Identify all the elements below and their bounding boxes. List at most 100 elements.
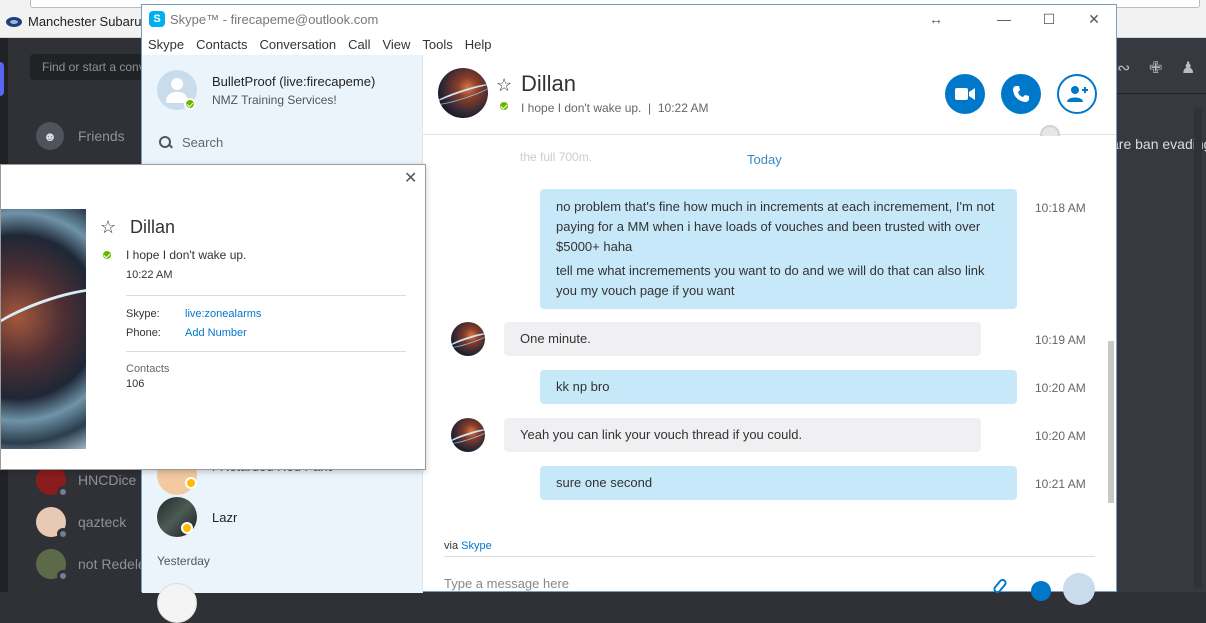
mute-icon[interactable]: ∾: [1117, 58, 1130, 78]
close-button[interactable]: ✕: [1071, 5, 1117, 33]
contacts-count-value: 106: [126, 378, 145, 390]
away-status-icon: [181, 522, 193, 534]
add-number-link[interactable]: Add Number: [185, 327, 247, 339]
discord-home-indicator: [0, 62, 4, 96]
pin-icon[interactable]: ✙: [1149, 58, 1162, 78]
message-text: tell me what incremements you want to do…: [556, 263, 985, 298]
bookmark-manchester-subaru[interactable]: Manchester Subaru: [6, 14, 141, 29]
section-yesterday: Yesterday: [157, 554, 210, 568]
phone-label: Phone:: [126, 327, 161, 339]
emoticon-icon[interactable]: [1031, 581, 1051, 601]
sender-avatar[interactable]: [451, 418, 485, 452]
composer-divider: [444, 556, 1095, 557]
avatar-head: [171, 78, 183, 90]
menu-contacts[interactable]: Contacts: [190, 35, 253, 52]
menu-skype[interactable]: Skype: [142, 35, 190, 52]
minimize-button[interactable]: —: [981, 5, 1027, 33]
menu-call[interactable]: Call: [342, 35, 376, 52]
menu-tools[interactable]: Tools: [416, 35, 458, 52]
add-friend-icon[interactable]: ♟: [1181, 58, 1195, 78]
online-status-icon: [498, 100, 510, 112]
attach-file-icon[interactable]: [991, 577, 1009, 595]
avatar[interactable]: [157, 583, 197, 623]
favorite-star-icon[interactable]: ☆: [496, 75, 512, 96]
divider: [126, 351, 406, 352]
resize-arrows-icon[interactable]: ↔: [913, 5, 959, 33]
skype-logo-icon: S: [149, 11, 165, 27]
menu-help[interactable]: Help: [459, 35, 498, 52]
audio-call-button[interactable]: [1001, 74, 1041, 114]
away-status-icon: [185, 477, 197, 489]
message-time: 10:18 AM: [1035, 201, 1086, 215]
via-prefix: via: [444, 540, 459, 552]
profile-name: Dillan: [130, 217, 176, 237]
via-skype-label: via Skype: [444, 540, 492, 552]
discord-dm-qazteck[interactable]: qazteck: [36, 507, 127, 540]
skype-id-value[interactable]: live:zonealarms: [185, 308, 261, 320]
message-text: kk np bro: [556, 379, 610, 394]
send-button[interactable]: [1063, 573, 1095, 605]
skype-id-label: Skype:: [126, 308, 160, 320]
menu-bar: Skype Contacts Conversation Call View Tools He…: [142, 35, 1116, 55]
profile-local-time: 10:22 AM: [126, 269, 173, 281]
search-label: Search: [182, 135, 224, 150]
discord-scrollbar[interactable]: [1194, 108, 1202, 588]
message-input[interactable]: Type a message here: [444, 576, 944, 591]
online-status-icon: [184, 98, 196, 110]
status-dot: [57, 486, 69, 498]
dm-name: qazteck: [78, 514, 127, 530]
avatar: [36, 549, 69, 582]
message-bubble-outgoing[interactable]: no problem that's fine how much in incre…: [540, 189, 1017, 309]
avatar: [36, 507, 69, 540]
sender-avatar[interactable]: [451, 322, 485, 356]
conversation-contact-name[interactable]: Dillan: [521, 71, 576, 97]
date-divider-today: Today: [747, 152, 782, 167]
my-display-name[interactable]: BulletProof (live:firecapeme): [212, 74, 375, 89]
faded-message-text: the full 700m.: [520, 150, 593, 164]
search-icon: [159, 136, 172, 149]
message-bubble-outgoing[interactable]: kk np bro: [540, 370, 1017, 404]
friends-icon: ☻: [36, 122, 64, 150]
window-title: Skype™ - firecapeme@outlook.com: [170, 12, 379, 27]
discord-friends-link[interactable]: ☻ Friends: [36, 122, 125, 150]
dm-name: HNCDice: [78, 472, 137, 488]
contact-lazr[interactable]: Lazr: [212, 510, 237, 525]
message-time: 10:20 AM: [1035, 429, 1086, 443]
profile-picture: [1, 209, 86, 449]
contact-search[interactable]: Search: [159, 135, 223, 150]
my-mood-message[interactable]: NMZ Training Services!: [212, 93, 337, 107]
skype-link[interactable]: Skype: [461, 540, 492, 552]
online-status-icon: [101, 249, 113, 261]
add-person-icon: [1067, 86, 1088, 102]
video-camera-icon: [955, 88, 975, 100]
message-text: Yeah you can link your vouch thread if y…: [520, 427, 803, 442]
bookmark-label: Manchester Subaru: [28, 14, 142, 29]
contact-profile-popup: ✕ ☆ Dillan I hope I don't wake up. 10:22…: [0, 164, 426, 470]
contact-avatar[interactable]: [438, 68, 488, 118]
friends-label: Friends: [78, 128, 125, 144]
maximize-button[interactable]: ☐: [1026, 5, 1072, 33]
message-list[interactable]: the full 700m. Today no problem that's f…: [423, 136, 1116, 536]
menu-conversation[interactable]: Conversation: [253, 35, 342, 52]
contacts-count-label: Contacts: [126, 363, 170, 375]
menu-view[interactable]: View: [376, 35, 416, 52]
skype-titlebar: S Skype™ - firecapeme@outlook.com ↔ — ☐ …: [142, 5, 1116, 35]
status-dot: [57, 528, 69, 540]
message-bubble-incoming[interactable]: One minute.: [504, 322, 981, 356]
video-call-button[interactable]: [945, 74, 985, 114]
divider: [126, 295, 406, 296]
message-text: no problem that's fine how much in incre…: [556, 199, 995, 254]
message-bubble-outgoing[interactable]: sure one second: [540, 466, 1017, 500]
popup-close-button[interactable]: ✕: [404, 168, 417, 188]
add-participant-button[interactable]: [1057, 74, 1097, 114]
phone-icon: [1013, 86, 1029, 102]
message-bubble-incoming[interactable]: Yeah you can link your vouch thread if y…: [504, 418, 981, 452]
discord-chat-area: ∾ ✙ ♟ are ban evading: [1111, 38, 1206, 592]
message-time: 10:21 AM: [1035, 477, 1086, 491]
message-scrollbar[interactable]: [1108, 341, 1114, 503]
conversation-header: ☆ Dillan I hope I don't wake up. | 10:22…: [423, 55, 1116, 145]
message-time: 10:19 AM: [1035, 333, 1086, 347]
status-dot: [57, 570, 69, 582]
profile-mood: I hope I don't wake up.: [126, 248, 247, 262]
favorite-star-icon[interactable]: ☆: [100, 217, 116, 238]
